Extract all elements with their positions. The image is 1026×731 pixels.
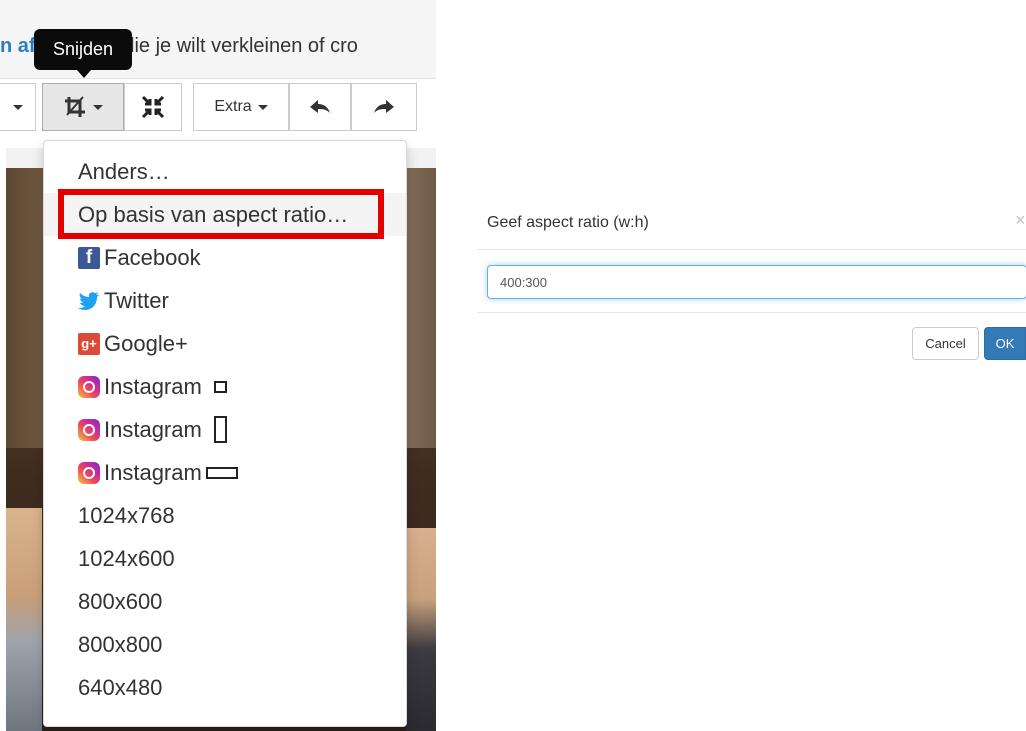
extra-dropdown-button[interactable]: Extra <box>193 83 289 131</box>
undo-button[interactable] <box>289 83 351 131</box>
tooltip-arrow <box>77 70 91 78</box>
menu-item-label: Instagram <box>104 373 202 399</box>
menu-item-label: Instagram <box>104 459 202 485</box>
menu-item-label: Instagram <box>104 416 202 442</box>
photo-person-right <box>406 528 436 731</box>
menu-item-label: Google+ <box>104 330 188 356</box>
instagram-icon <box>78 418 100 441</box>
chevron-down-icon <box>93 104 103 110</box>
photo-person-left <box>6 508 42 731</box>
redo-button[interactable] <box>351 83 417 131</box>
facebook-icon: f <box>78 246 100 269</box>
close-icon[interactable]: × <box>1015 210 1026 231</box>
menu-item-label: 800x800 <box>78 631 163 657</box>
crop-tooltip: Snijden <box>34 29 132 78</box>
menu-item-800x600[interactable]: 800x600 <box>44 580 406 623</box>
previous-dropdown-button[interactable] <box>0 83 36 131</box>
menu-item-instagram-landscape[interactable]: Instagram <box>44 451 406 494</box>
landscape-shape-icon <box>205 466 238 479</box>
menu-item-label: 1024x768 <box>78 502 175 528</box>
extra-label: Extra <box>214 98 252 115</box>
crop-dropdown-menu: Anders… Op basis van aspect ratio… f Fac… <box>43 140 407 727</box>
ok-button[interactable]: OK <box>984 327 1026 360</box>
menu-item-label: 640x480 <box>78 674 163 700</box>
chevron-down-icon <box>257 104 268 110</box>
instagram-icon <box>78 461 100 484</box>
menu-item-label: 800x600 <box>78 588 163 614</box>
menu-item-label: 1024x600 <box>78 545 175 571</box>
menu-item-label: Twitter <box>104 287 169 313</box>
editor-toolbar: Extra <box>0 83 436 133</box>
menu-item-facebook[interactable]: f Facebook <box>44 236 406 279</box>
menu-item-anders[interactable]: Anders… <box>44 150 406 193</box>
google-plus-icon: g+ <box>78 332 100 355</box>
square-shape-icon <box>213 380 227 393</box>
tooltip-text: Snijden <box>52 39 114 59</box>
crop-icon <box>65 96 85 117</box>
menu-item-label: Facebook <box>104 244 201 270</box>
menu-item-label: Op basis van aspect ratio… <box>78 201 349 227</box>
cancel-button[interactable]: Cancel <box>912 327 979 360</box>
dialog-divider-top <box>477 249 1026 250</box>
menu-item-800x800[interactable]: 800x800 <box>44 623 406 666</box>
menu-item-640x480[interactable]: 640x480 <box>44 666 406 709</box>
dialog-title: Geef aspect ratio (w:h) <box>487 214 649 231</box>
menu-item-instagram-portrait[interactable]: Instagram <box>44 408 406 451</box>
aspect-ratio-input[interactable] <box>487 265 1026 299</box>
instruction-link-start[interactable]: n a <box>0 35 29 57</box>
twitter-icon <box>78 290 100 312</box>
menu-item-label: Anders… <box>78 158 170 184</box>
aspect-ratio-dialog: Geef aspect ratio (w:h) × Cancel OK <box>477 190 1026 370</box>
redo-icon <box>374 100 394 113</box>
instruction-rest: die je wilt verkleinen of cro <box>117 35 358 57</box>
chevron-down-icon <box>12 104 23 110</box>
menu-item-instagram-square[interactable]: Instagram <box>44 365 406 408</box>
undo-icon <box>310 100 330 113</box>
instagram-icon <box>78 375 100 398</box>
menu-item-1024x600[interactable]: 1024x600 <box>44 537 406 580</box>
fullscreen-button[interactable] <box>124 83 182 131</box>
menu-item-aspect-ratio[interactable]: Op basis van aspect ratio… <box>44 193 406 236</box>
portrait-shape-icon <box>213 416 227 443</box>
menu-item-twitter[interactable]: Twitter <box>44 279 406 322</box>
menu-item-google-plus[interactable]: g+ Google+ <box>44 322 406 365</box>
fullscreen-icon <box>141 95 165 119</box>
dialog-divider-bottom <box>477 312 1026 313</box>
crop-button[interactable] <box>42 83 124 131</box>
menu-item-1024x768[interactable]: 1024x768 <box>44 494 406 537</box>
